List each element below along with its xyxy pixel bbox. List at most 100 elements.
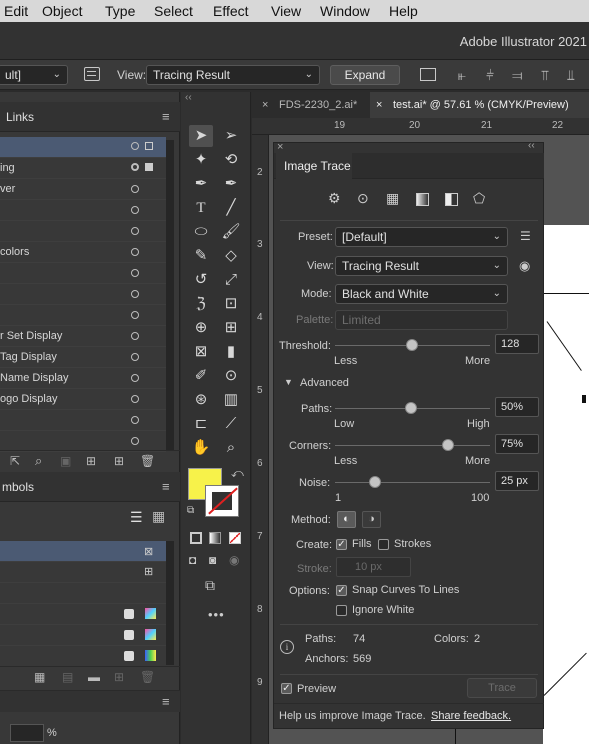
type-tool-icon[interactable]: T — [189, 197, 213, 219]
list-item[interactable] — [0, 646, 166, 667]
fills-checkbox[interactable]: ✓ — [336, 539, 347, 550]
advanced-toggle[interactable]: Advanced — [300, 377, 349, 389]
gradient-mode-icon[interactable] — [209, 532, 221, 544]
direct-selection-tool-icon[interactable]: ➢ — [219, 125, 243, 147]
default-fill-stroke-icon[interactable]: ⧉ — [187, 505, 194, 516]
strokes-checkbox[interactable] — [378, 539, 389, 550]
mode-select[interactable]: Black and White ⌄ — [335, 284, 508, 304]
list-view-icon[interactable]: ☰ — [130, 509, 143, 526]
snap-curves-checkbox[interactable]: ✓ — [336, 585, 347, 596]
close-icon[interactable]: × — [277, 141, 283, 153]
symbols-panel-title[interactable]: mbols — [2, 480, 34, 494]
align-right-icon[interactable]: ⫤ — [512, 67, 528, 83]
list-item[interactable]: ⊠ — [0, 541, 166, 562]
view-dropdown[interactable]: Tracing Result ⌄ — [146, 65, 320, 85]
visibility-icon[interactable] — [131, 437, 139, 445]
line-tool-icon[interactable]: ╱ — [219, 197, 243, 219]
visibility-icon[interactable] — [131, 290, 139, 298]
zoom-tool-icon[interactable]: ⌕ — [219, 437, 243, 459]
visibility-icon[interactable] — [131, 269, 139, 277]
tab-fds-2230[interactable]: × FDS-2230_2.ai* — [252, 92, 370, 118]
draw-inside-icon[interactable]: ◉ — [229, 553, 239, 567]
align-left-icon[interactable]: ⫦ — [458, 67, 474, 83]
abutting-method-icon[interactable]: ◐ — [337, 511, 356, 528]
list-item[interactable]: ⊞ — [0, 562, 166, 583]
draw-normal-icon[interactable]: ◘ — [189, 553, 196, 567]
menu-window[interactable]: Window — [320, 3, 370, 19]
grid-view-icon[interactable]: ▦ — [152, 508, 165, 525]
list-item[interactable]: ver — [0, 179, 166, 200]
edit-original-icon[interactable]: ⊞ — [114, 454, 124, 468]
list-item[interactable] — [0, 221, 166, 242]
free-transform-tool-icon[interactable]: ⊡ — [219, 293, 243, 315]
outline-icon[interactable]: ⬠ — [473, 190, 485, 207]
search-icon[interactable]: ⌕ — [35, 453, 42, 469]
screen-mode-icon[interactable]: ⧉ — [205, 577, 215, 594]
expand-button[interactable]: Expand — [330, 65, 400, 85]
list-item[interactable] — [0, 305, 166, 326]
noise-field[interactable]: 25 px — [495, 471, 539, 491]
visibility-icon[interactable] — [131, 163, 139, 171]
list-item[interactable]: ing — [0, 158, 166, 179]
shape-builder-tool-icon[interactable]: ⊕ — [189, 317, 213, 339]
edit-toolbar-icon[interactable]: ••• — [208, 607, 225, 622]
visibility-icon[interactable] — [131, 206, 139, 214]
align-middle-icon[interactable]: ⫫ — [567, 67, 583, 83]
preset-menu-icon[interactable]: ☰ — [520, 229, 531, 243]
list-item[interactable]: Name Display — [0, 368, 166, 389]
threshold-field[interactable]: 128 — [495, 334, 539, 354]
mesh-tool-icon[interactable]: ⊠ — [189, 341, 213, 363]
symbols-scrollbar[interactable] — [166, 541, 174, 665]
align-top-icon[interactable]: ⫪ — [541, 67, 557, 83]
list-item[interactable] — [0, 625, 166, 646]
shaper-tool-icon[interactable]: ✎ — [189, 245, 213, 267]
selection-tool-icon[interactable]: ➤ — [189, 125, 213, 147]
visibility-icon[interactable] — [131, 374, 139, 382]
eye-icon[interactable]: ◉ — [519, 258, 530, 274]
preset-dropdown[interactable]: ult] ⌄ — [0, 65, 68, 85]
corners-slider[interactable] — [335, 445, 490, 446]
arrange-icon[interactable] — [420, 68, 436, 81]
menu-effect[interactable]: Effect — [213, 3, 249, 19]
close-icon[interactable]: × — [376, 92, 382, 118]
eyedropper-tool-icon[interactable]: ✐ — [189, 365, 213, 387]
tab-test-ai[interactable]: × test.ai* @ 57.61 % (CMYK/Preview) — [370, 92, 589, 118]
ignore-white-checkbox[interactable] — [336, 605, 347, 616]
swap-fill-stroke-icon[interactable]: ⤺ — [231, 466, 244, 481]
noise-slider[interactable] — [335, 482, 490, 483]
visibility-icon[interactable] — [131, 142, 139, 150]
magic-wand-tool-icon[interactable]: ✦ — [189, 149, 213, 171]
lock-icon[interactable] — [145, 163, 153, 171]
list-item[interactable] — [0, 583, 166, 604]
list-item[interactable] — [0, 137, 166, 158]
visibility-icon[interactable] — [131, 185, 139, 193]
trace-options-icon[interactable] — [84, 67, 100, 81]
corners-field[interactable]: 75% — [495, 434, 539, 454]
panel-menu-icon[interactable]: ≡ — [162, 109, 170, 124]
update-link-icon[interactable]: ⊞ — [86, 454, 96, 468]
hand-tool-icon[interactable]: ✋ — [189, 437, 213, 459]
list-item[interactable] — [0, 604, 166, 625]
list-item[interactable] — [0, 410, 166, 431]
trash-icon[interactable]: 🗑 — [140, 454, 155, 468]
black-white-icon[interactable] — [445, 193, 458, 206]
slice-tool-icon[interactable]: ⟋ — [219, 413, 243, 435]
lasso-tool-icon[interactable]: ⟲ — [219, 149, 243, 171]
list-item[interactable] — [0, 431, 166, 452]
menu-select[interactable]: Select — [154, 3, 193, 19]
menu-edit[interactable]: Edit — [4, 3, 28, 19]
grayscale-icon[interactable] — [416, 193, 429, 206]
list-item[interactable] — [0, 284, 166, 305]
list-item[interactable]: colors — [0, 242, 166, 263]
list-item[interactable] — [0, 263, 166, 284]
align-center-icon[interactable]: ⫩ — [486, 67, 502, 83]
corners-slider-knob[interactable] — [442, 439, 454, 451]
high-color-icon[interactable]: ⊙ — [357, 190, 369, 207]
none-mode-icon[interactable] — [229, 532, 241, 544]
visibility-icon[interactable] — [131, 353, 139, 361]
noise-slider-knob[interactable] — [369, 476, 381, 488]
gradient-tool-icon[interactable]: ▮ — [219, 341, 243, 363]
low-color-icon[interactable]: ▦ — [386, 190, 399, 207]
list-item[interactable]: Tag Display — [0, 347, 166, 368]
relink-icon[interactable]: ⇱ — [10, 454, 20, 468]
